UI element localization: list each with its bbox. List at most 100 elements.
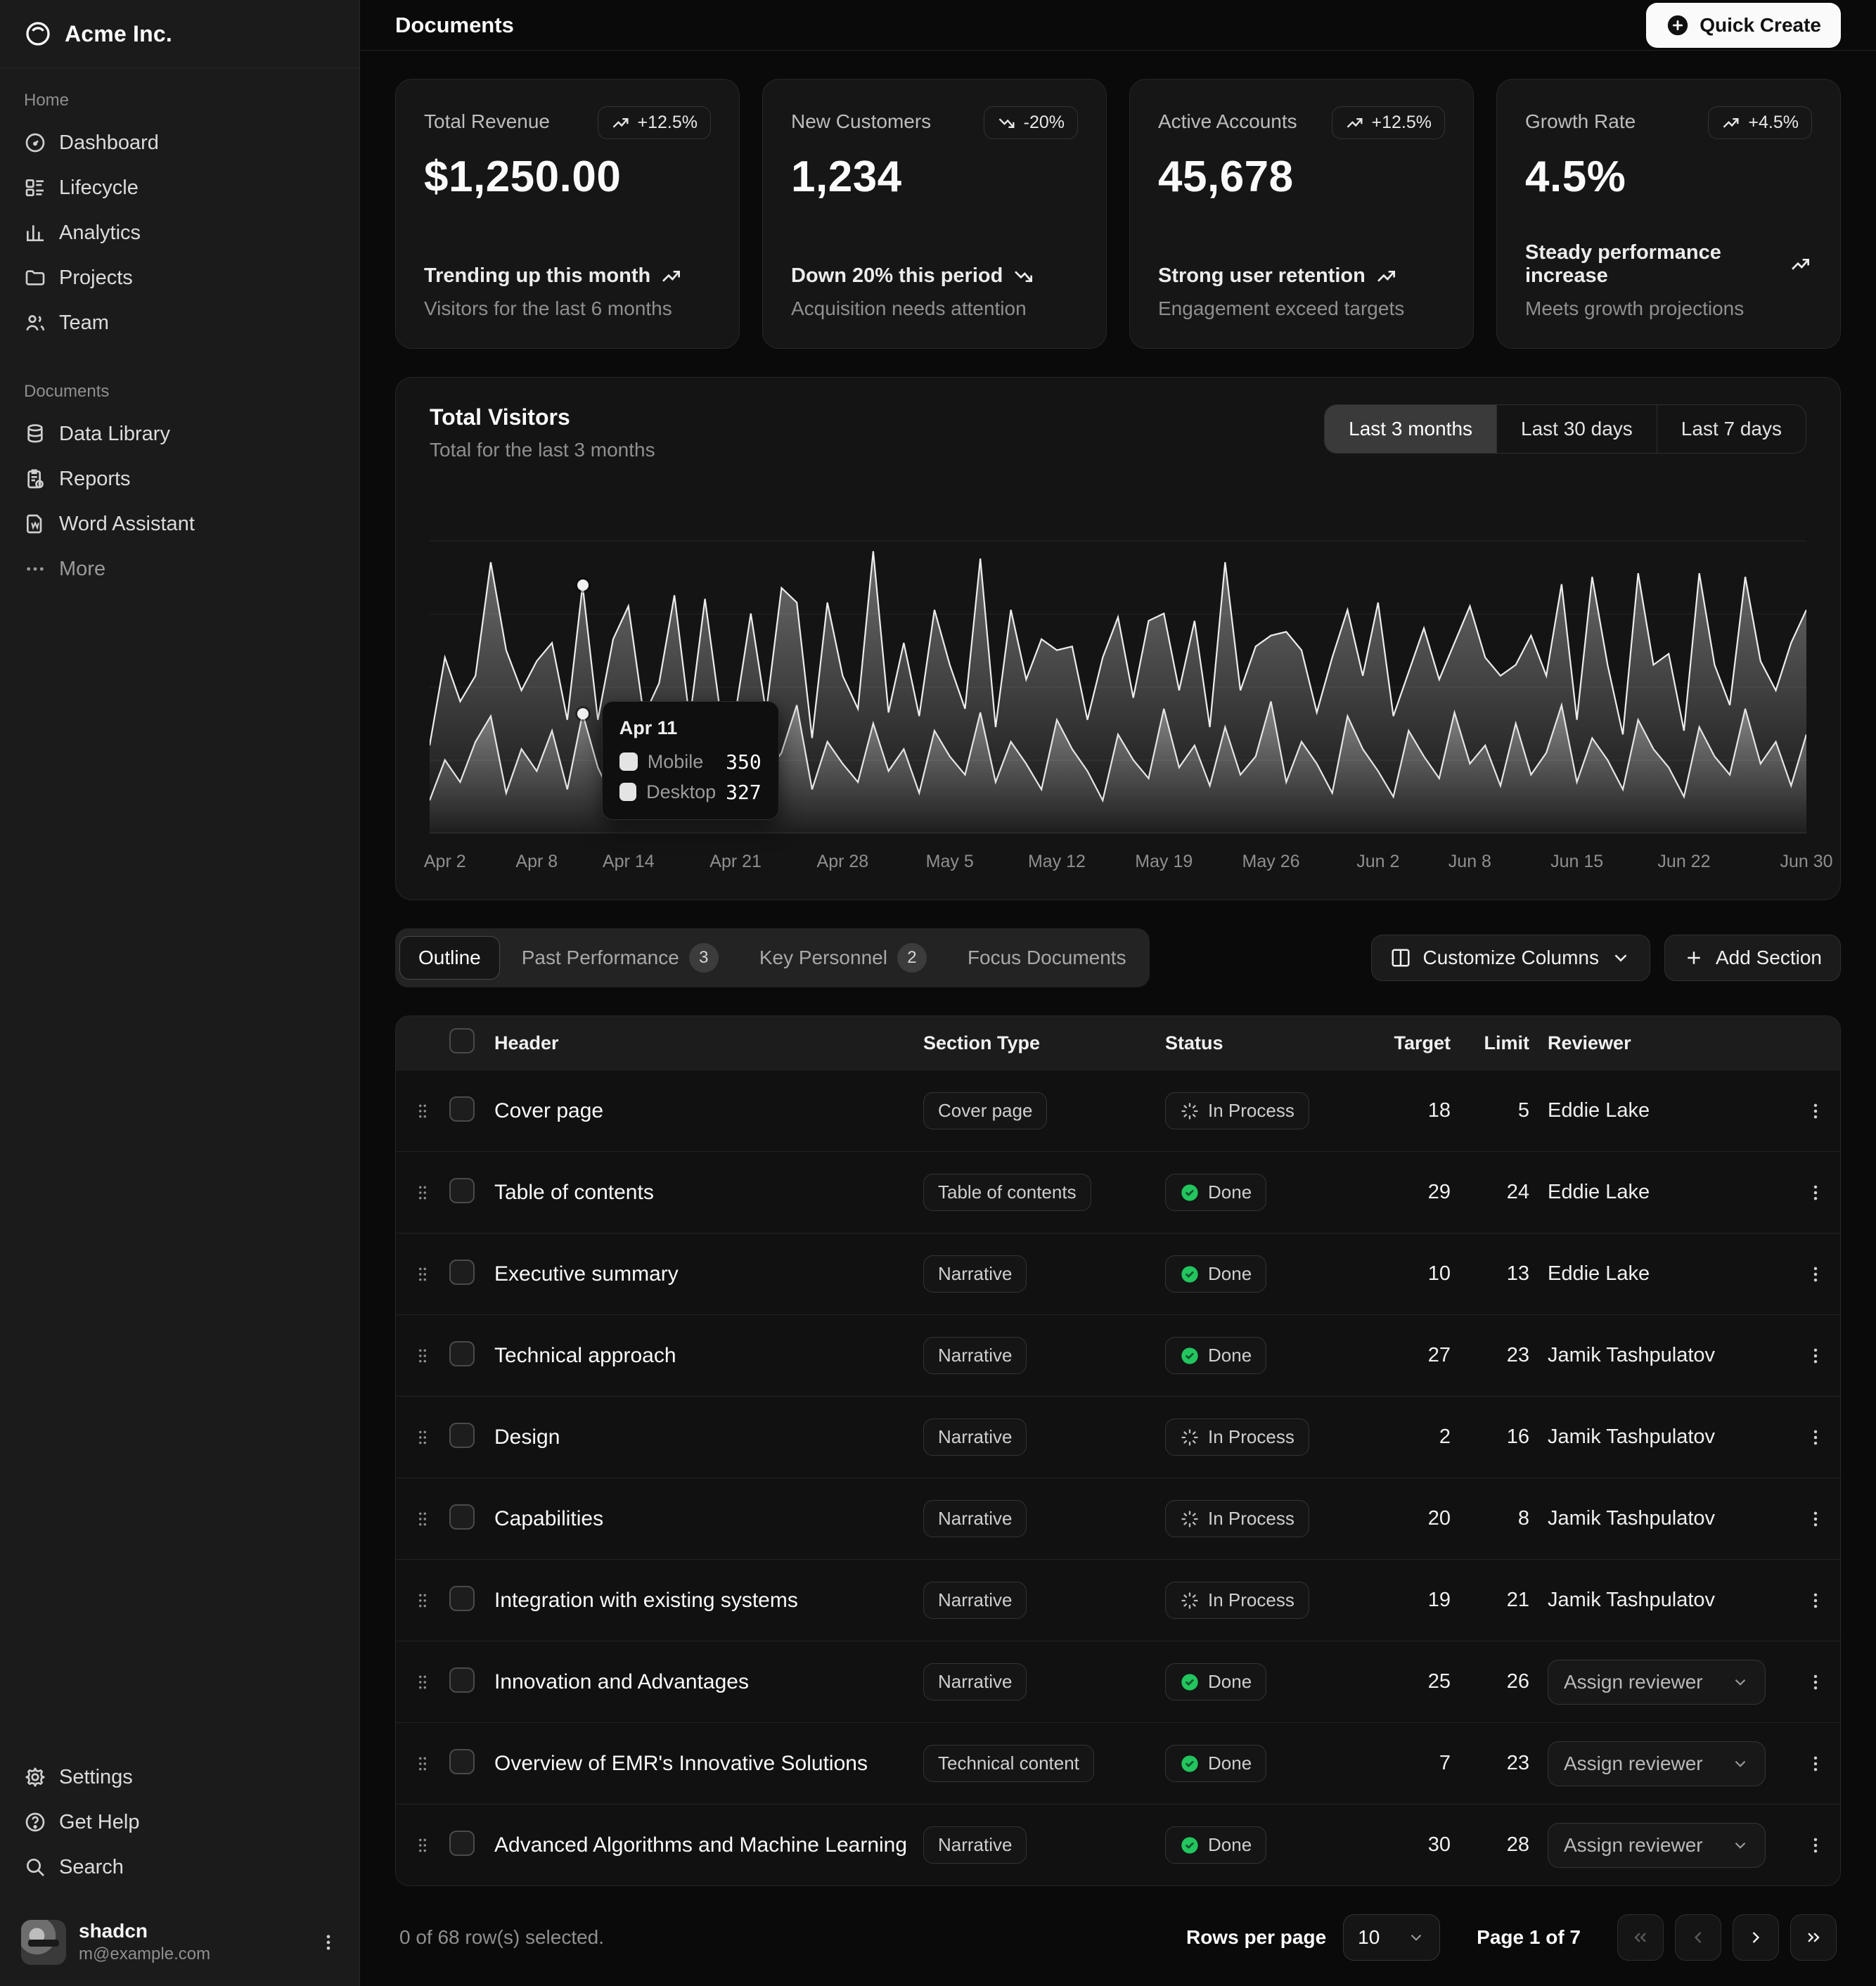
row-checkbox[interactable] bbox=[449, 1178, 475, 1203]
sidebar-item-projects[interactable]: Projects bbox=[11, 255, 348, 300]
row-limit[interactable]: 24 bbox=[1469, 1181, 1548, 1204]
row-limit[interactable]: 16 bbox=[1469, 1426, 1548, 1449]
drag-handle-icon[interactable] bbox=[396, 1428, 449, 1447]
row-limit[interactable]: 23 bbox=[1469, 1344, 1548, 1367]
row-checkbox[interactable] bbox=[449, 1504, 475, 1530]
sidebar-item-data-library[interactable]: Data Library bbox=[11, 411, 348, 456]
sidebar-item-reports[interactable]: Reports bbox=[11, 456, 348, 501]
row-target[interactable]: 7 bbox=[1383, 1752, 1469, 1775]
row-target[interactable]: 20 bbox=[1383, 1507, 1469, 1530]
quick-create-button[interactable]: Quick Create bbox=[1646, 3, 1841, 48]
table-row[interactable]: CapabilitiesNarrativeIn Process208Jamik … bbox=[396, 1478, 1840, 1559]
row-target[interactable]: 29 bbox=[1383, 1181, 1469, 1204]
table-row[interactable]: Table of contentsTable of contentsDone29… bbox=[396, 1151, 1840, 1233]
row-header[interactable]: Innovation and Advantages bbox=[494, 1670, 923, 1694]
row-actions-kebab-icon[interactable] bbox=[1806, 1428, 1825, 1447]
row-header[interactable]: Cover page bbox=[494, 1099, 923, 1123]
assign-reviewer-select[interactable]: Assign reviewer bbox=[1548, 1823, 1766, 1868]
row-header[interactable]: Advanced Algorithms and Machine Learning bbox=[494, 1833, 923, 1857]
row-limit[interactable]: 5 bbox=[1469, 1099, 1548, 1122]
user-menu[interactable]: shadcn m@example.com bbox=[11, 1909, 348, 1975]
assign-reviewer-select[interactable]: Assign reviewer bbox=[1548, 1660, 1766, 1705]
sidebar-item-analytics[interactable]: Analytics bbox=[11, 210, 348, 255]
row-header[interactable]: Integration with existing systems bbox=[494, 1589, 923, 1613]
table-row[interactable]: Cover pageCover pageIn Process185Eddie L… bbox=[396, 1070, 1840, 1151]
row-target[interactable]: 10 bbox=[1383, 1262, 1469, 1286]
drag-handle-icon[interactable] bbox=[396, 1755, 449, 1773]
row-checkbox[interactable] bbox=[449, 1260, 475, 1285]
row-actions-kebab-icon[interactable] bbox=[1806, 1672, 1825, 1692]
assign-reviewer-select[interactable]: Assign reviewer bbox=[1548, 1741, 1766, 1786]
row-target[interactable]: 2 bbox=[1383, 1426, 1469, 1449]
first-page-button[interactable] bbox=[1617, 1914, 1664, 1961]
area-chart[interactable]: Apr 11Mobile350Desktop327 bbox=[430, 485, 1806, 833]
drag-handle-icon[interactable] bbox=[396, 1102, 449, 1120]
drag-handle-icon[interactable] bbox=[396, 1836, 449, 1854]
tab-focus-documents[interactable]: Focus Documents bbox=[949, 936, 1145, 980]
sidebar-header[interactable]: Acme Inc. bbox=[0, 0, 359, 68]
next-page-button[interactable] bbox=[1733, 1914, 1779, 1961]
row-header[interactable]: Design bbox=[494, 1426, 923, 1449]
row-header[interactable]: Overview of EMR's Innovative Solutions bbox=[494, 1752, 923, 1776]
sidebar-item-dashboard[interactable]: Dashboard bbox=[11, 120, 348, 165]
sidebar-item-team[interactable]: Team bbox=[11, 300, 348, 345]
range-option-last-30-days[interactable]: Last 30 days bbox=[1496, 405, 1657, 453]
row-checkbox[interactable] bbox=[449, 1667, 475, 1693]
row-limit[interactable]: 28 bbox=[1469, 1833, 1548, 1857]
row-target[interactable]: 19 bbox=[1383, 1589, 1469, 1612]
table-row[interactable]: Overview of EMR's Innovative SolutionsTe… bbox=[396, 1722, 1840, 1804]
row-header[interactable]: Technical approach bbox=[494, 1344, 923, 1368]
row-header[interactable]: Capabilities bbox=[494, 1507, 923, 1531]
row-limit[interactable]: 26 bbox=[1469, 1670, 1548, 1693]
row-target[interactable]: 30 bbox=[1383, 1833, 1469, 1857]
row-actions-kebab-icon[interactable] bbox=[1806, 1264, 1825, 1284]
table-row[interactable]: Integration with existing systemsNarrati… bbox=[396, 1559, 1840, 1641]
prev-page-button[interactable] bbox=[1675, 1914, 1721, 1961]
row-actions-kebab-icon[interactable] bbox=[1806, 1509, 1825, 1529]
sidebar-item-get-help[interactable]: Get Help bbox=[11, 1800, 348, 1845]
range-option-last-3-months[interactable]: Last 3 months bbox=[1325, 405, 1496, 453]
row-header[interactable]: Table of contents bbox=[494, 1181, 923, 1205]
row-limit[interactable]: 23 bbox=[1469, 1752, 1548, 1775]
table-row[interactable]: DesignNarrativeIn Process216Jamik Tashpu… bbox=[396, 1396, 1840, 1478]
row-checkbox[interactable] bbox=[449, 1831, 475, 1856]
table-row[interactable]: Advanced Algorithms and Machine Learning… bbox=[396, 1804, 1840, 1885]
row-actions-kebab-icon[interactable] bbox=[1806, 1754, 1825, 1774]
sidebar-item-lifecycle[interactable]: Lifecycle bbox=[11, 165, 348, 210]
tab-past-performance[interactable]: Past Performance3 bbox=[503, 933, 738, 983]
customize-columns-button[interactable]: Customize Columns bbox=[1371, 935, 1650, 981]
drag-handle-icon[interactable] bbox=[396, 1184, 449, 1202]
sidebar-item-more[interactable]: More bbox=[11, 546, 348, 591]
table-row[interactable]: Innovation and AdvantagesNarrativeDone25… bbox=[396, 1641, 1840, 1722]
row-checkbox[interactable] bbox=[449, 1423, 475, 1448]
tab-outline[interactable]: Outline bbox=[399, 936, 500, 980]
drag-handle-icon[interactable] bbox=[396, 1510, 449, 1528]
row-limit[interactable]: 8 bbox=[1469, 1507, 1548, 1530]
tab-key-personnel[interactable]: Key Personnel2 bbox=[740, 933, 946, 983]
row-actions-kebab-icon[interactable] bbox=[1806, 1101, 1825, 1121]
row-limit[interactable]: 13 bbox=[1469, 1262, 1548, 1286]
table-row[interactable]: Technical approachNarrativeDone2723Jamik… bbox=[396, 1314, 1840, 1396]
row-checkbox[interactable] bbox=[449, 1096, 475, 1122]
row-checkbox[interactable] bbox=[449, 1341, 475, 1366]
rows-per-page-select[interactable]: 10 bbox=[1343, 1914, 1440, 1961]
row-target[interactable]: 27 bbox=[1383, 1344, 1469, 1367]
sidebar-item-search[interactable]: Search bbox=[11, 1845, 348, 1890]
row-header[interactable]: Executive summary bbox=[494, 1262, 923, 1286]
sidebar-item-settings[interactable]: Settings bbox=[11, 1755, 348, 1800]
row-checkbox[interactable] bbox=[449, 1586, 475, 1611]
row-actions-kebab-icon[interactable] bbox=[1806, 1346, 1825, 1366]
row-actions-kebab-icon[interactable] bbox=[1806, 1591, 1825, 1610]
drag-handle-icon[interactable] bbox=[396, 1347, 449, 1365]
sidebar-item-word-assistant[interactable]: Word Assistant bbox=[11, 501, 348, 546]
row-actions-kebab-icon[interactable] bbox=[1806, 1183, 1825, 1203]
add-section-button[interactable]: Add Section bbox=[1664, 935, 1841, 981]
drag-handle-icon[interactable] bbox=[396, 1265, 449, 1283]
row-limit[interactable]: 21 bbox=[1469, 1589, 1548, 1612]
row-checkbox[interactable] bbox=[449, 1749, 475, 1774]
table-row[interactable]: Executive summaryNarrativeDone1013Eddie … bbox=[396, 1233, 1840, 1314]
user-menu-kebab-icon[interactable] bbox=[319, 1933, 338, 1952]
row-actions-kebab-icon[interactable] bbox=[1806, 1836, 1825, 1855]
row-target[interactable]: 25 bbox=[1383, 1670, 1469, 1693]
drag-handle-icon[interactable] bbox=[396, 1591, 449, 1610]
